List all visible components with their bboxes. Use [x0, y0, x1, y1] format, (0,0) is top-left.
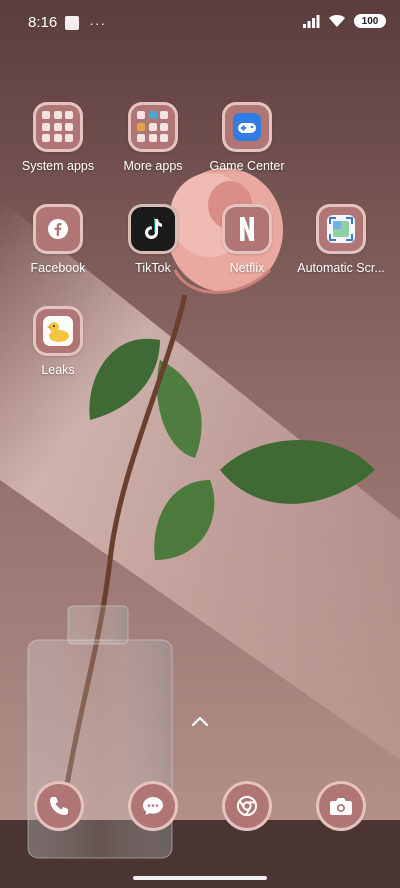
app-drawer-chevron-icon[interactable]	[190, 713, 210, 729]
dock-camera[interactable]	[316, 781, 366, 831]
app-label: More apps	[123, 159, 183, 173]
dock-chrome[interactable]	[222, 781, 272, 831]
app-label: Leaks	[41, 363, 75, 377]
dock-phone[interactable]	[34, 781, 84, 831]
notification-icon	[65, 15, 80, 30]
app-more-apps[interactable]: More apps	[105, 102, 201, 173]
dock-messages[interactable]	[128, 781, 178, 831]
app-label: Automatic Scr...	[297, 261, 385, 275]
messages-icon	[128, 781, 178, 831]
home-indicator[interactable]	[133, 876, 267, 880]
netflix-icon	[222, 204, 272, 254]
app-label: System apps	[21, 159, 95, 173]
app-tiktok[interactable]: TikTok	[105, 204, 201, 275]
wifi-icon	[329, 15, 345, 27]
facebook-icon	[33, 204, 83, 254]
status-bar: 8:16 ··· 100	[0, 0, 400, 46]
app-label: Game Center	[209, 159, 285, 173]
chrome-icon	[222, 781, 272, 831]
more-notifications-icon: ···	[89, 14, 107, 31]
app-leaks[interactable]: Leaks	[10, 306, 106, 377]
app-label: Facebook	[30, 261, 86, 275]
duck-icon	[33, 306, 83, 356]
folder-icon	[128, 102, 178, 152]
camera-icon	[316, 781, 366, 831]
screenshot-icon	[316, 204, 366, 254]
phone-icon	[34, 781, 84, 831]
app-game-center[interactable]: Game Center	[199, 102, 295, 173]
app-label: TikTok	[135, 261, 171, 275]
app-netflix[interactable]: Netflix	[199, 204, 295, 275]
app-facebook[interactable]: Facebook	[10, 204, 106, 275]
clock: 8:16	[28, 14, 58, 31]
tiktok-icon	[128, 204, 178, 254]
folder-icon	[33, 102, 83, 152]
battery-indicator: 100	[354, 14, 386, 28]
app-system-apps[interactable]: System apps	[10, 102, 106, 173]
app-automatic-screenshot[interactable]: Automatic Scr...	[293, 204, 389, 275]
signal-icon	[303, 15, 320, 28]
gamepad-icon	[222, 102, 272, 152]
app-label: Netflix	[229, 261, 265, 275]
